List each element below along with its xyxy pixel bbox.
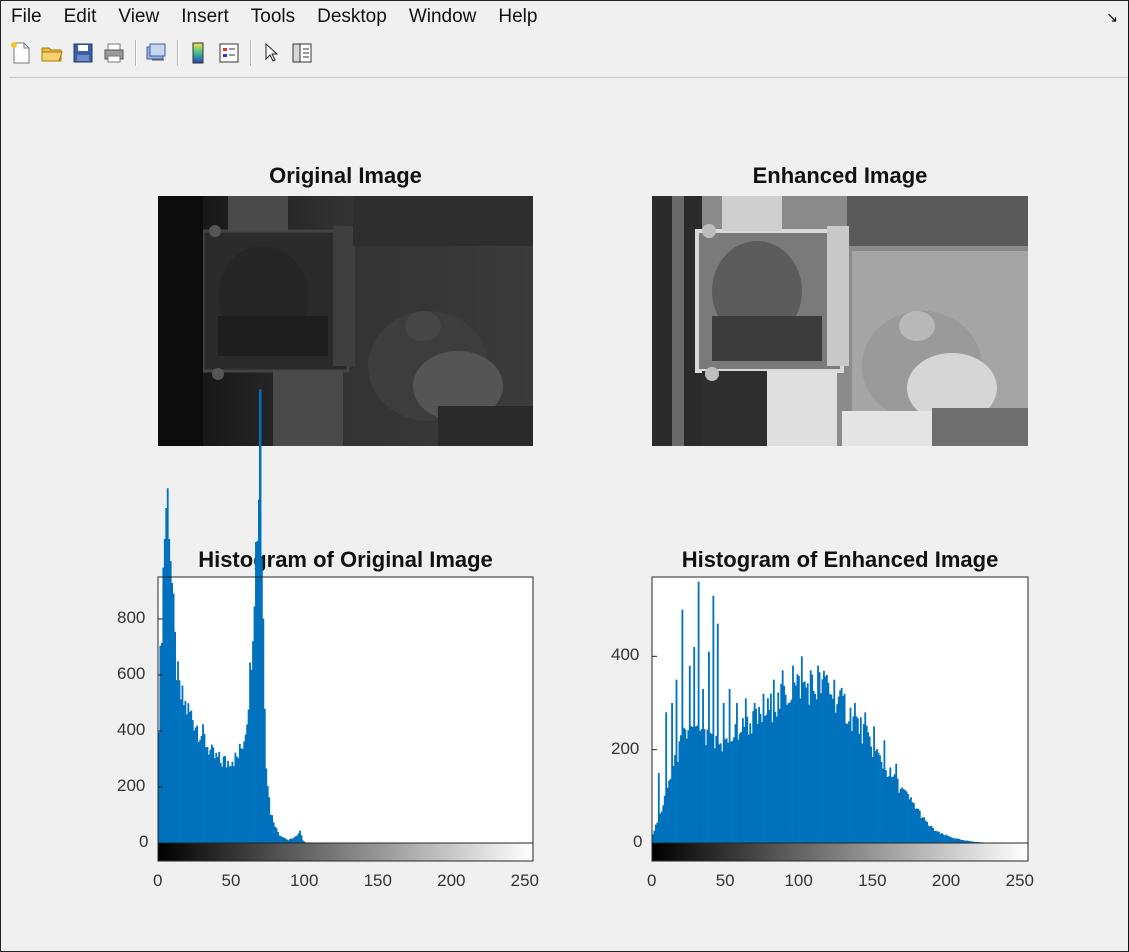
y-tick-label: 200 [611, 738, 640, 758]
grayscale-colorbar [651, 842, 1029, 862]
x-tick-label: 250 [1005, 871, 1034, 890]
y-tick-label: 0 [139, 832, 149, 851]
y-tick-label: 800 [117, 608, 146, 627]
y-tick-label: 200 [117, 776, 146, 795]
x-tick-label: 200 [437, 871, 466, 890]
y-tick-label: 0 [633, 832, 643, 851]
x-tick-label: 150 [363, 871, 392, 890]
x-tick-label: 250 [510, 871, 540, 890]
grayscale-colorbar [157, 842, 534, 862]
y-tick-label: 400 [117, 720, 146, 739]
x-tick-label: 50 [715, 871, 735, 890]
x-tick-label: 100 [784, 871, 813, 890]
x-tick-label: 150 [858, 871, 887, 890]
x-tick-label: 0 [647, 871, 657, 890]
figure-window: File Edit View Insert Tools Desktop Window Help… [0, 0, 1129, 952]
histogram-plots [157, 389, 1029, 862]
x-tick-label: 50 [221, 871, 241, 890]
x-tick-label: 0 [153, 871, 163, 890]
y-tick-label: 400 [611, 645, 640, 665]
x-tick-label: 100 [290, 871, 319, 890]
histogram-bar [258, 389, 262, 843]
x-tick-label: 200 [931, 871, 961, 890]
y-tick-label: 600 [117, 664, 146, 683]
